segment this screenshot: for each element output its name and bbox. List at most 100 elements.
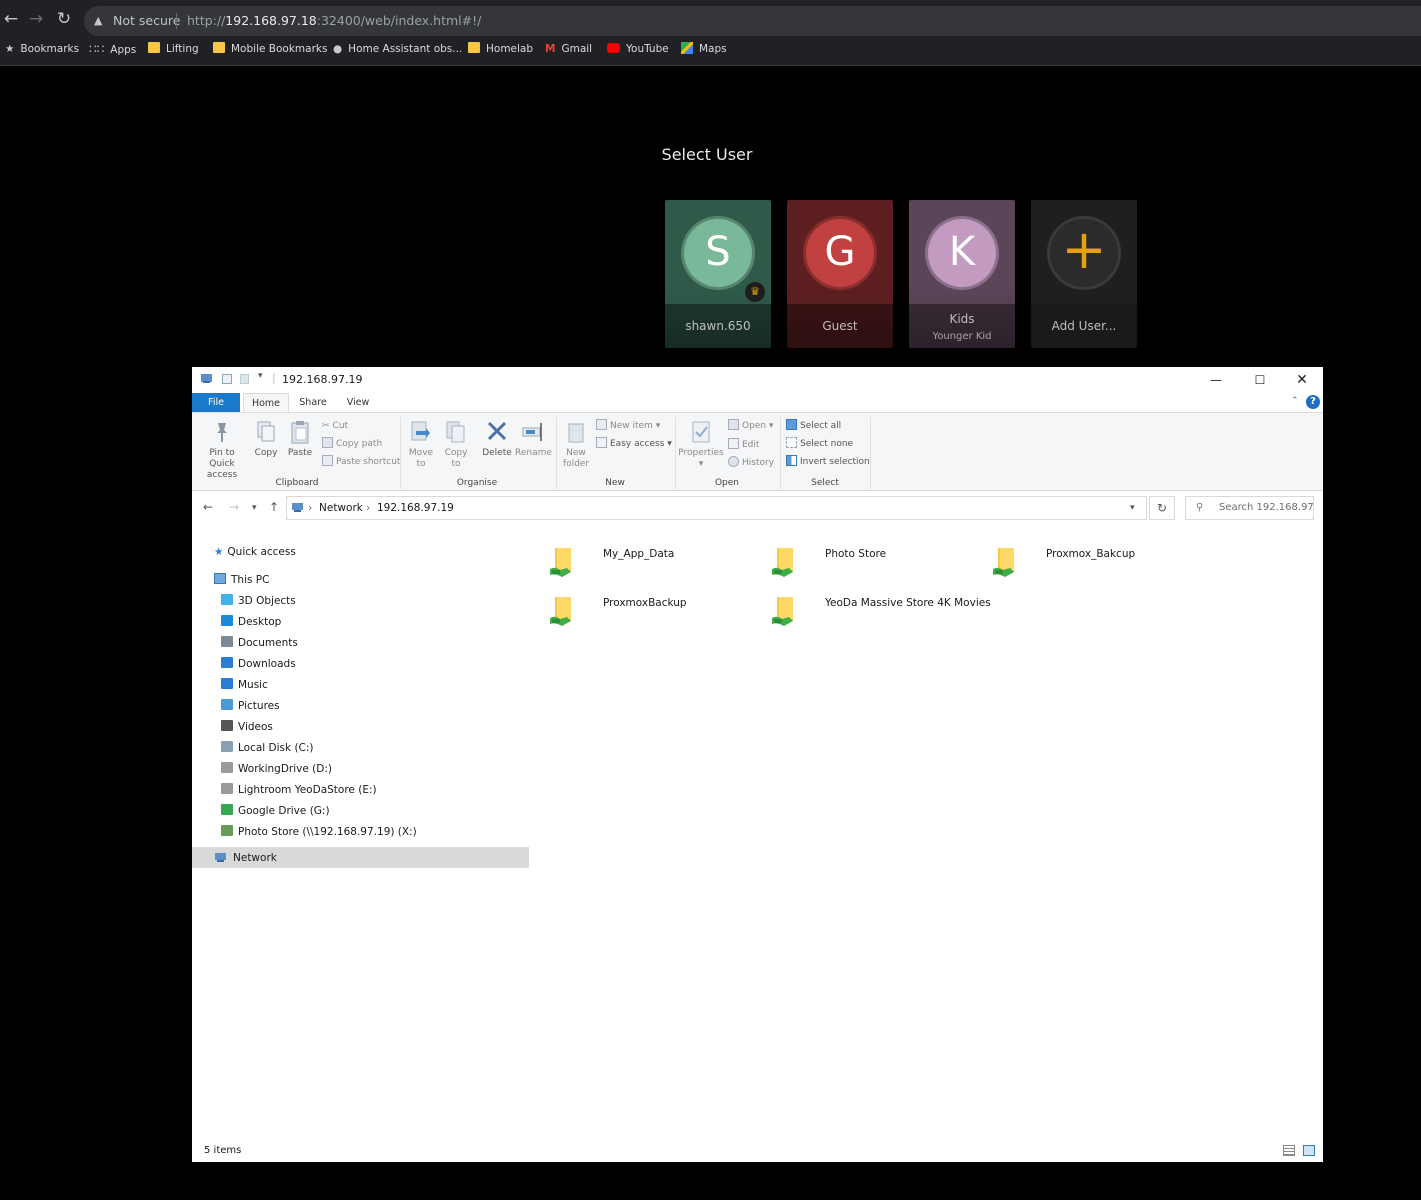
bookmark-maps[interactable]: Maps (681, 41, 727, 57)
nav-item-label: Google Drive (G:) (238, 805, 330, 817)
local-disk-icon (221, 741, 233, 752)
bookmark-homelab[interactable]: Homelab (468, 41, 533, 57)
move-to-button[interactable]: Move to (406, 419, 436, 470)
nav-this-pc[interactable]: This PC (214, 570, 269, 590)
network-share-folder[interactable]: ProxmoxBackup (537, 583, 747, 627)
nav-item-label: Downloads (238, 658, 296, 670)
refresh-button[interactable]: ↻ (1149, 496, 1175, 520)
close-icon[interactable]: ✕ (1281, 367, 1323, 393)
globe-icon: ● (333, 43, 343, 55)
collapse-ribbon-icon[interactable]: ⌃ (1291, 396, 1299, 406)
paste-button[interactable]: Paste (285, 419, 315, 459)
nav-item[interactable]: Pictures (221, 696, 280, 716)
new-item-button[interactable]: New item ▾ (596, 419, 660, 433)
nav-item[interactable]: Videos (221, 717, 273, 737)
forward-arrow-icon[interactable]: → (229, 500, 239, 514)
select-all-button[interactable]: Select all (786, 419, 841, 433)
back-arrow-icon[interactable]: ← (0, 8, 22, 30)
nav-item[interactable]: Documents (221, 633, 298, 653)
open-button[interactable]: Open ▾ (728, 419, 773, 433)
back-arrow-icon[interactable]: ← (203, 500, 213, 514)
properties-qat-icon[interactable] (222, 374, 232, 384)
forward-arrow-icon[interactable]: → (25, 8, 47, 30)
tab-share[interactable]: Share (292, 393, 334, 413)
tab-view[interactable]: View (337, 393, 379, 413)
folder-name: Photo Store (825, 548, 887, 560)
select-none-button[interactable]: Select none (786, 437, 853, 451)
browser-toolbar: ← → ↻ ▲ Not secure http://192.168.97.18:… (0, 4, 1421, 36)
nav-item[interactable]: Google Drive (G:) (221, 801, 330, 821)
bookmark-bookmarks[interactable]: ★ Bookmarks (5, 41, 79, 57)
shared-folder-icon (772, 548, 793, 577)
network-share-folder[interactable]: YeoDa Massive Store 4K Movies (759, 583, 991, 627)
add-user-card[interactable]: + Add User... (1031, 200, 1137, 348)
nav-item-label: Videos (238, 721, 273, 733)
copy-path-button[interactable]: Copy path (322, 437, 382, 451)
nav-item[interactable]: Photo Store (\\192.168.97.19) (X:) (221, 822, 417, 842)
tab-file[interactable]: File (192, 393, 240, 413)
reload-icon[interactable]: ↻ (53, 8, 75, 30)
address-box[interactable]: › Network › 192.168.97.19 ▾ (286, 496, 1147, 520)
recent-locations-chevron-icon[interactable]: ▾ (252, 503, 257, 513)
invert-selection-button[interactable]: Invert selection (786, 455, 870, 469)
nav-quick-access[interactable]: ★ Quick access (214, 542, 296, 562)
nav-item[interactable]: Local Disk (C:) (221, 738, 314, 758)
minimize-icon[interactable]: — (1195, 367, 1237, 393)
downloads-icon (221, 657, 233, 668)
user-card-shawn[interactable]: S ♛ shawn.650 (665, 200, 771, 348)
properties-icon (692, 421, 710, 443)
search-input[interactable]: ⚲ Search 192.168.97.... (1185, 496, 1314, 520)
rename-button[interactable]: Rename (515, 419, 552, 459)
nav-item[interactable]: 3D Objects (221, 591, 296, 611)
up-arrow-icon[interactable]: ↑ (269, 500, 279, 514)
user-avatar: G (803, 216, 877, 290)
bookmark-gmail[interactable]: M Gmail (545, 41, 592, 57)
copy-to-button[interactable]: Copy to (441, 419, 471, 470)
paste-shortcut-button[interactable]: Paste shortcut (322, 455, 400, 469)
bookmark-mobile-bookmarks[interactable]: Mobile Bookmarks (213, 41, 327, 57)
drive-icon (221, 762, 233, 773)
nav-item[interactable]: Desktop (221, 612, 281, 632)
copy-button[interactable]: Copy (251, 419, 281, 459)
maximize-icon[interactable]: ☐ (1239, 367, 1281, 393)
breadcrumb-network[interactable]: Network (319, 497, 363, 519)
bookmark-apps[interactable]: ∷∷ Apps (89, 41, 136, 57)
delete-button[interactable]: Delete (481, 419, 513, 459)
address-history-chevron-icon[interactable]: ▾ (1130, 497, 1135, 519)
nav-item[interactable]: Lightroom YeoDaStore (E:) (221, 780, 377, 800)
nav-item-label: Photo Store (\\192.168.97.19) (X:) (238, 826, 417, 838)
properties-button[interactable]: Properties ▾ (678, 419, 724, 470)
network-share-folder[interactable]: Photo Store (759, 534, 969, 578)
breadcrumb-host[interactable]: 192.168.97.19 (377, 497, 454, 519)
item-count: 5 items (204, 1145, 242, 1156)
file-explorer-window: ▾ | 192.168.97.19 — ☐ ✕ File Home Share … (192, 367, 1323, 1162)
nav-network[interactable]: Network (214, 848, 277, 868)
nav-item[interactable]: Downloads (221, 654, 296, 674)
cut-button[interactable]: ✂ Cut (322, 419, 348, 433)
bookmark-lifting[interactable]: Lifting (148, 41, 199, 57)
qat-dropdown-icon[interactable]: ▾ (258, 371, 263, 387)
pin-to-quick-access-button[interactable]: Pin to Quick access (197, 419, 247, 481)
new-folder-qat-icon[interactable] (240, 374, 249, 384)
nav-item[interactable]: Music (221, 675, 268, 695)
easy-access-button[interactable]: Easy access ▾ (596, 437, 672, 451)
network-share-folder[interactable]: My_App_Data (537, 534, 747, 578)
history-button[interactable]: History (728, 456, 774, 470)
bookmark-home-assistant[interactable]: ● Home Assistant obs... (333, 41, 462, 57)
network-share-folder[interactable]: Proxmox_Bakcup (980, 534, 1190, 578)
tab-home[interactable]: Home (243, 393, 289, 413)
large-icons-view-icon[interactable] (1303, 1145, 1315, 1156)
bookmark-youtube[interactable]: YouTube (607, 41, 669, 57)
nav-item[interactable]: WorkingDrive (D:) (221, 759, 332, 779)
details-view-icon[interactable] (1283, 1145, 1295, 1156)
user-card-guest[interactable]: G Guest (787, 200, 893, 348)
help-icon[interactable]: ? (1306, 395, 1320, 409)
address-bar[interactable]: ▲ Not secure http://192.168.97.18:32400/… (84, 6, 1421, 36)
copy-to-icon (446, 421, 465, 443)
user-card-kids[interactable]: K Kids Younger Kid (909, 200, 1015, 348)
window-title: 192.168.97.19 (282, 373, 363, 386)
user-name: Guest (822, 319, 858, 333)
edit-button[interactable]: Edit (728, 438, 759, 452)
new-folder-button[interactable]: New folder (560, 419, 592, 470)
folder-icon (148, 42, 160, 53)
